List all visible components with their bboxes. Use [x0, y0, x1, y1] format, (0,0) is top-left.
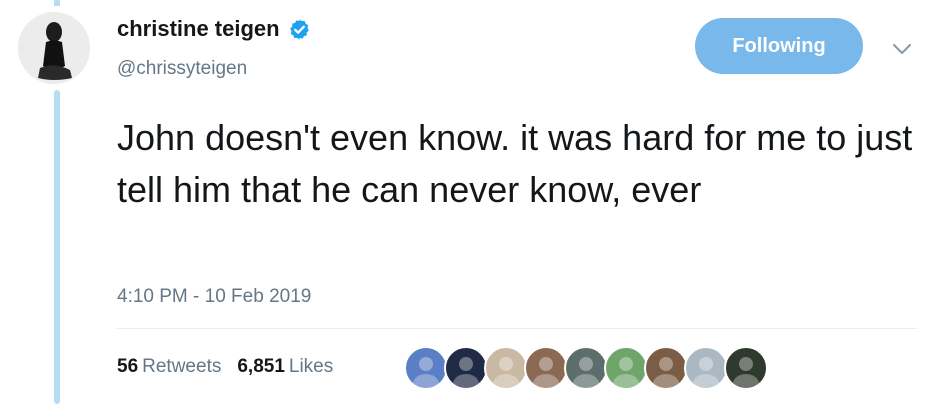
more-options-button[interactable] [889, 36, 915, 62]
likes-label: Likes [288, 356, 334, 377]
liker-avatar[interactable] [604, 346, 648, 390]
likers-avatars [404, 346, 768, 390]
liker-avatar-icon [693, 357, 719, 388]
liker-avatar-icon [493, 357, 519, 388]
liker-avatar[interactable] [724, 346, 768, 390]
retweets-label: Retweets [142, 356, 222, 377]
likes-count: 6,851 [237, 356, 285, 377]
liker-avatar[interactable] [564, 346, 608, 390]
liker-avatar-icon [573, 357, 599, 388]
display-name[interactable]: christine teigen [117, 16, 311, 42]
following-button[interactable]: Following [695, 18, 863, 74]
liker-avatar-icon [533, 357, 559, 388]
liker-avatar[interactable] [524, 346, 568, 390]
profile-photo-icon [18, 12, 90, 84]
liker-avatar-icon [733, 357, 759, 388]
verified-badge-icon [289, 18, 309, 40]
display-name-text: christine teigen [117, 16, 280, 41]
thread-line-top [54, 0, 60, 6]
tweet-stats: 56 Retweets 6,851 Likes [117, 356, 333, 378]
liker-avatar-icon [653, 357, 679, 388]
liker-avatar[interactable] [644, 346, 688, 390]
liker-avatar[interactable] [444, 346, 488, 390]
avatar[interactable] [18, 12, 90, 84]
chevron-down-icon [893, 44, 911, 54]
likes-stat[interactable]: 6,851 Likes [237, 356, 333, 378]
liker-avatar-icon [613, 357, 639, 388]
liker-avatar[interactable] [484, 346, 528, 390]
retweets-count: 56 [117, 356, 139, 377]
liker-avatar-icon [413, 357, 439, 388]
liker-avatar[interactable] [404, 346, 448, 390]
tweet-timestamp[interactable]: 4:10 PM - 10 Feb 2019 [117, 286, 311, 308]
thread-line [54, 90, 60, 404]
user-handle[interactable]: @chrissyteigen [117, 58, 247, 80]
liker-avatar[interactable] [684, 346, 728, 390]
liker-avatar-icon [453, 357, 479, 388]
retweets-stat[interactable]: 56 Retweets [117, 356, 221, 378]
tweet-text: John doesn't even know. it was hard for … [117, 117, 913, 210]
divider [117, 328, 917, 329]
